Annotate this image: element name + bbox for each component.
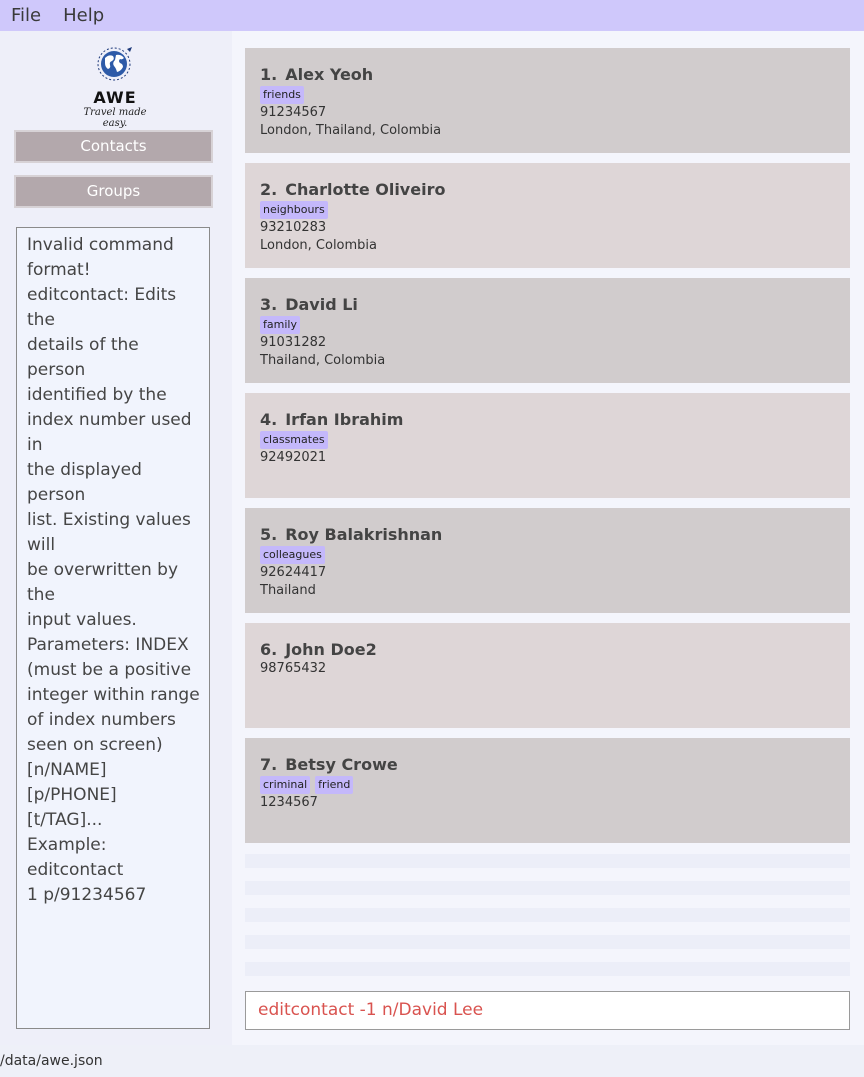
result-line: the displayed person: [27, 460, 142, 505]
empty-list-row: [245, 935, 850, 949]
empty-list-row: [245, 854, 850, 868]
person-name-text: Charlotte Oliveiro: [285, 180, 446, 199]
tag-list: criminal friend: [260, 776, 850, 794]
person-phone: 92624417: [260, 565, 327, 580]
result-line: format!: [27, 260, 91, 280]
tag-badge: classmates: [260, 431, 328, 449]
result-line: details of the person: [27, 335, 139, 380]
tag-badge: friend: [315, 776, 354, 794]
globe-icon: [97, 47, 132, 81]
person-index: 5.: [260, 525, 278, 544]
person-phone: 93210283: [260, 220, 327, 235]
person-index: 1.: [260, 65, 278, 84]
menu-bar: File Help: [0, 0, 864, 31]
person-name: 3. David Li: [260, 295, 850, 315]
status-bar: /data/awe.json: [0, 1045, 864, 1077]
command-input[interactable]: editcontact -1 n/David Lee: [245, 991, 850, 1030]
storage-path: /data/awe.json: [0, 1053, 103, 1069]
result-line: identified by the: [27, 385, 167, 405]
person-name-text: John Doe2: [285, 640, 377, 659]
person-list-panel: 1. Alex Yeoh friends 91234567 London, Thaila…: [232, 31, 864, 1045]
result-display: Invalid command format! editcontact: Edits…: [16, 227, 210, 1029]
person-phone: 91031282: [260, 335, 327, 350]
result-line: list. Existing values will: [27, 510, 191, 555]
sidebar: AWE Travel made easy. Contacts Groups In…: [0, 31, 232, 1045]
person-phone: 92492021: [260, 450, 327, 465]
tag-list: friends: [260, 86, 850, 104]
person-name-text: Irfan Ibrahim: [285, 410, 404, 429]
result-line: 1 p/91234567: [27, 885, 147, 905]
result-line: input values.: [27, 610, 137, 630]
tag-badge: family: [260, 316, 300, 334]
person-index: 6.: [260, 640, 278, 659]
person-name: 5. Roy Balakrishnan: [260, 525, 850, 545]
person-index: 2.: [260, 180, 278, 199]
result-line: index number used in: [27, 410, 192, 455]
menu-file[interactable]: File: [11, 5, 41, 26]
menu-help[interactable]: Help: [63, 5, 104, 26]
result-line: [n/NAME] [p/PHONE]: [27, 760, 117, 805]
person-name: 4. Irfan Ibrahim: [260, 410, 850, 430]
person-card[interactable]: 1. Alex Yeoh friends 91234567 London, Thaila…: [245, 48, 850, 153]
empty-list-row: [245, 881, 850, 895]
result-line: seen on screen): [27, 735, 163, 755]
empty-list-row: [245, 962, 850, 976]
tag-badge: criminal: [260, 776, 311, 794]
tag-badge: neighbours: [260, 201, 328, 219]
person-name: 7. Betsy Crowe: [260, 755, 850, 775]
person-phone: 91234567: [260, 105, 327, 120]
tag-list: classmates: [260, 431, 850, 449]
result-line: Example: editcontact: [27, 835, 124, 880]
logo-tagline: Travel made easy.: [83, 107, 147, 129]
result-line: [t/TAG]...: [27, 810, 103, 830]
result-line: editcontact: Edits the: [27, 285, 177, 330]
person-name-text: David Li: [285, 295, 358, 314]
groups-button[interactable]: Groups: [14, 175, 213, 208]
result-line: (must be a positive: [27, 660, 192, 680]
person-name: 2. Charlotte Oliveiro: [260, 180, 850, 200]
result-line: be overwritten by the: [27, 560, 178, 605]
person-name-text: Betsy Crowe: [285, 755, 398, 774]
logo-title: AWE: [93, 88, 137, 107]
tag-list: colleagues: [260, 546, 850, 564]
tag-badge: friends: [260, 86, 304, 104]
person-places: London, Colombia: [260, 238, 378, 253]
person-card[interactable]: 4. Irfan Ibrahim classmates 92492021: [245, 393, 850, 498]
person-card[interactable]: 6. John Doe2 98765432: [245, 623, 850, 728]
contacts-button[interactable]: Contacts: [14, 130, 213, 163]
person-phone: 98765432: [260, 661, 327, 676]
person-card[interactable]: 3. David Li family 91031282 Thailand, Colomb…: [245, 278, 850, 383]
person-places: Thailand: [260, 583, 316, 598]
person-index: 3.: [260, 295, 278, 314]
person-index: 4.: [260, 410, 278, 429]
person-index: 7.: [260, 755, 278, 774]
tag-list: family: [260, 316, 850, 334]
result-line: integer within range: [27, 685, 200, 705]
result-line: Invalid command: [27, 235, 174, 255]
empty-list-row: [245, 908, 850, 922]
person-card[interactable]: 7. Betsy Crowe criminal friend 1234567: [245, 738, 850, 843]
tag-list: neighbours: [260, 201, 850, 219]
result-line: Parameters: INDEX: [27, 635, 189, 655]
person-phone: 1234567: [260, 795, 318, 810]
result-line: of index numbers: [27, 710, 176, 730]
person-name: 6. John Doe2: [260, 640, 850, 660]
person-name-text: Roy Balakrishnan: [285, 525, 443, 544]
person-card[interactable]: 5. Roy Balakrishnan colleagues 92624417 Thai…: [245, 508, 850, 613]
person-card[interactable]: 2. Charlotte Oliveiro neighbours 93210283 Lo…: [245, 163, 850, 268]
person-name: 1. Alex Yeoh: [260, 65, 850, 85]
person-places: London, Thailand, Colombia: [260, 123, 442, 138]
tag-badge: colleagues: [260, 546, 325, 564]
person-name-text: Alex Yeoh: [285, 65, 374, 84]
person-places: Thailand, Colombia: [260, 353, 386, 368]
app-logo: AWE Travel made easy.: [70, 43, 160, 129]
